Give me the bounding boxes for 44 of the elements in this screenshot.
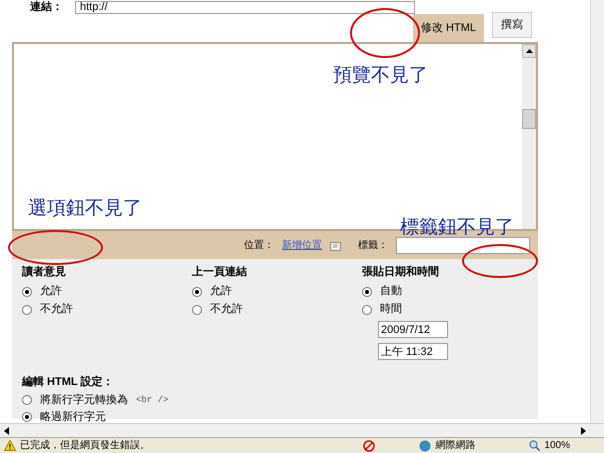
highlight-ellipse [350, 8, 420, 58]
radio-button[interactable] [192, 304, 202, 314]
date-field[interactable]: 2009/7/12 [378, 320, 448, 338]
annotation-text: 預覽不見了 [333, 64, 428, 88]
radio-button[interactable] [362, 304, 372, 314]
html-settings-title: 編輯 HTML 設定： [22, 374, 114, 390]
radio-button[interactable] [22, 304, 32, 314]
location-label: 位置： [244, 238, 274, 252]
radio-label: 允許 [210, 284, 232, 300]
option-title: 張貼日期和時間 [362, 264, 440, 280]
option-title: 讀者意見 [22, 264, 67, 280]
scroll-thumb[interactable] [522, 109, 536, 129]
annotation-text: 選項鈕不見了 [28, 197, 142, 221]
globe-icon [419, 440, 432, 452]
radio-label: 允許 [40, 284, 62, 300]
time-field[interactable]: 上午 11:32 [378, 342, 448, 360]
radio-button[interactable] [22, 395, 32, 406]
add-location-link[interactable]: 新增位置 [282, 238, 322, 252]
warning-icon [4, 440, 16, 451]
scroll-up-icon[interactable] [522, 44, 536, 58]
radio-button[interactable] [22, 286, 32, 296]
zone-label: 網際網路 [435, 439, 476, 453]
link-field[interactable]: http:// [75, 1, 415, 14]
editor-tab[interactable]: 撰寫 [492, 12, 532, 38]
radio-button[interactable] [362, 286, 372, 296]
code-text: <br /> [136, 394, 168, 406]
option-title: 上一頁連結 [192, 264, 248, 280]
editor-tab[interactable]: 修改 HTML [413, 14, 484, 42]
status-message: 已完成，但是網頁發生錯誤。 [20, 438, 151, 453]
radio-label: 自動 [380, 284, 402, 300]
labels-label: 標籤： [358, 238, 388, 252]
labels-field[interactable] [396, 236, 530, 254]
blocked-icon [363, 440, 376, 452]
radio-label: 將新行字元轉換為 [40, 392, 128, 408]
radio-label: 時間 [380, 302, 402, 318]
link-label: 連結： [30, 1, 63, 14]
zoom-level: 100% [544, 439, 570, 453]
radio-label: 不允許 [40, 302, 73, 318]
annotation-text: 標籤鈕不見了 [400, 216, 514, 240]
radio-label: 不允許 [210, 302, 243, 318]
radio-label: 略過新行字元 [40, 410, 106, 424]
radio-button[interactable] [192, 286, 202, 296]
radio-button[interactable] [22, 412, 32, 422]
zoom-icon [529, 440, 540, 451]
